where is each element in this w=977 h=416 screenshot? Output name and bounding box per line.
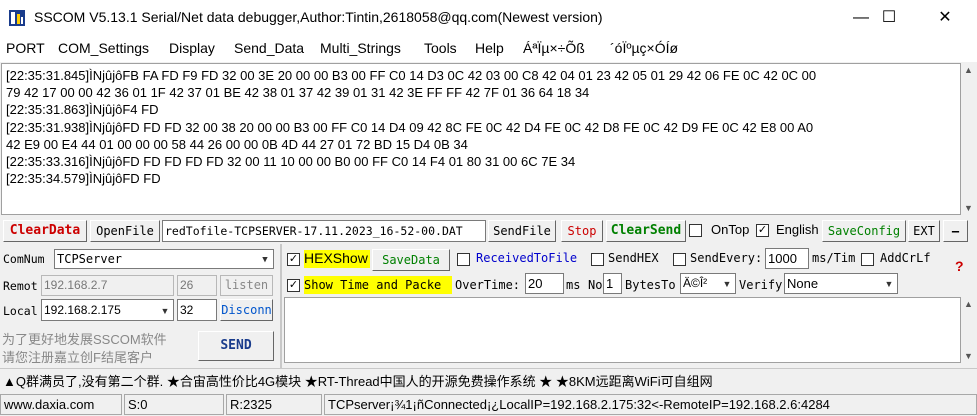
menu-help[interactable]: Help: [475, 40, 504, 56]
ad-text-line-2[interactable]: 请您注册嘉立创F结尾客户: [2, 347, 153, 366]
send-hex-checkbox[interactable]: [591, 253, 604, 266]
scroll-down-icon[interactable]: ▼: [964, 203, 973, 213]
log-line: 79 42 17 00 00 42 36 01 1F 42 37 01 BE 4…: [6, 85, 590, 101]
send-text-area[interactable]: [284, 297, 961, 363]
on-top-checkbox[interactable]: [689, 224, 702, 237]
sent-count: S:0: [124, 394, 224, 415]
menu-send-data[interactable]: Send_Data: [234, 40, 304, 56]
ad-text-line-1[interactable]: 为了更好地发展SSCOM软件: [2, 329, 167, 348]
log-line: [22:35:31.863]ÌNjûjôF4 FD: [6, 102, 159, 118]
remote-label: Remot: [3, 279, 38, 293]
send-button[interactable]: SEND: [198, 331, 274, 361]
send-every-input[interactable]: 1000: [765, 248, 809, 269]
log-line: [22:35:31.845]ÌNjûjôFB FA FD F9 FD 32 00…: [6, 68, 817, 83]
menu-port[interactable]: PORT: [6, 40, 45, 56]
log-line: 42 E9 00 E4 44 01 00 00 00 58 44 26 00 0…: [6, 136, 468, 152]
menu-contact-author[interactable]: ÁªÏµ×÷Õß: [523, 40, 585, 56]
show-time-label: Show Time and Packe: [304, 276, 452, 294]
verify-value: None: [787, 276, 819, 291]
local-ip-value: 192.168.2.175: [44, 303, 121, 317]
add-crlf-checkbox[interactable]: [861, 253, 874, 266]
connection-panel: ComNum TCPServer ▼ Remot 192.168.2.7 26 …: [0, 244, 280, 368]
news-ticker[interactable]: ▲Q群满员了,没有第二个群. ★合宙高性价比4G模块 ★RT-Thread中国人…: [0, 368, 977, 391]
maximize-button[interactable]: ☐: [866, 0, 912, 36]
show-time-checkbox[interactable]: ✓: [287, 279, 300, 292]
stop-button[interactable]: Stop: [561, 220, 603, 242]
ms-label: ms: [566, 278, 581, 292]
window-title: SSCOM V5.13.1 Serial/Net data debugger,A…: [34, 9, 603, 25]
verify-select[interactable]: None ▼: [784, 273, 898, 294]
ext-button[interactable]: EXT: [908, 220, 940, 242]
collapse-button[interactable]: —: [943, 220, 968, 242]
status-bar: www.daxia.com S:0 R:2325 TCPserver¡¾1¡ñC…: [0, 393, 977, 416]
comnum-label: ComNum: [3, 252, 45, 266]
toolbar: ClearData OpenFile redTofile-TCPSERVER-1…: [0, 218, 977, 244]
send-hex-label: SendHEX: [608, 251, 659, 265]
panel-divider: [280, 244, 282, 368]
close-button[interactable]: ✕: [922, 0, 968, 36]
app-icon: [9, 10, 25, 26]
chevron-down-icon: ▼: [722, 279, 732, 289]
scroll-up-icon[interactable]: ▲: [964, 65, 973, 75]
ms-tim-label: ms/Tim: [812, 251, 856, 265]
scroll-down-icon[interactable]: ▼: [964, 351, 973, 361]
send-file-button[interactable]: SendFile: [488, 220, 556, 242]
menu-bar: PORT COM_Settings Display Send_Data Mult…: [0, 36, 977, 62]
help-icon[interactable]: ?: [955, 258, 964, 274]
connection-status: TCPserver¡¾1¡ñConnected¡¿LocalIP=192.168…: [324, 394, 977, 415]
on-top-label: OnTop: [711, 222, 750, 237]
send-every-label: SendEvery:: [690, 251, 763, 265]
clear-data-button[interactable]: ClearData: [3, 220, 87, 242]
add-crlf-label: AddCrLf: [880, 251, 931, 265]
english-label: English: [776, 222, 819, 237]
comnum-select[interactable]: TCPServer ▼: [54, 249, 274, 269]
local-port-input[interactable]: 32: [177, 299, 217, 321]
received-to-file-label: ReceivedToFile: [476, 251, 578, 265]
local-ip-select[interactable]: 192.168.2.175 ▼: [41, 299, 174, 321]
file-path-input[interactable]: redTofile-TCPSERVER-17.11.2023_16-52-00.…: [162, 220, 486, 242]
remote-port-input[interactable]: 26: [177, 275, 217, 296]
hex-show-checkbox[interactable]: ✓: [287, 253, 300, 266]
chevron-down-icon: ▼: [262, 255, 268, 265]
chevron-down-icon: ▼: [160, 306, 170, 316]
menu-daxia-website[interactable]: ´óÏºµç×ÓÍø: [610, 40, 678, 56]
open-file-button[interactable]: OpenFile: [90, 220, 160, 242]
title-bar[interactable]: SSCOM V5.13.1 Serial/Net data debugger,A…: [0, 0, 977, 36]
save-data-button[interactable]: SaveData: [372, 249, 450, 271]
verify-label: Verify: [739, 278, 783, 292]
overtime-label: OverTime:: [455, 278, 521, 292]
received-count: R:2325: [226, 394, 322, 415]
log-line: [22:35:31.938]ÌNjûjôFD FD FD 32 00 38 20…: [6, 119, 814, 135]
menu-tools[interactable]: Tools: [424, 40, 457, 56]
send-scrollbar[interactable]: ▲ ▼: [961, 297, 977, 363]
save-config-button[interactable]: SaveConfig: [822, 220, 906, 242]
local-label: Local: [3, 304, 38, 318]
comnum-value: TCPServer: [57, 252, 123, 266]
bytes-to-select[interactable]: Ä©Î² ▼: [680, 273, 736, 294]
log-line: [22:35:34.579]ÌNjûjôFD FD: [6, 171, 161, 187]
no-input[interactable]: 1: [603, 273, 622, 294]
chevron-down-icon: ▼: [884, 279, 894, 289]
menu-display[interactable]: Display: [169, 40, 215, 56]
english-checkbox[interactable]: ✓: [756, 224, 769, 237]
ticker-text: ▲Q群满员了,没有第二个群. ★合宙高性价比4G模块 ★RT-Thread中国人…: [3, 374, 713, 389]
disconnect-button[interactable]: Disconn: [220, 299, 273, 321]
menu-multi-strings[interactable]: Multi_Strings: [320, 40, 401, 56]
bytes-to-value: Ä©Î²: [683, 276, 708, 290]
remote-ip-input[interactable]: 192.168.2.7: [41, 275, 174, 296]
send-every-checkbox[interactable]: [673, 253, 686, 266]
log-scrollbar[interactable]: ▲ ▼: [961, 63, 977, 215]
hex-show-label: HEXShow: [304, 250, 370, 268]
menu-com-settings[interactable]: COM_Settings: [58, 40, 149, 56]
overtime-input[interactable]: 20: [525, 273, 564, 294]
scroll-up-icon[interactable]: ▲: [964, 299, 973, 309]
website-link[interactable]: www.daxia.com: [0, 394, 122, 415]
listen-button[interactable]: listen: [220, 275, 273, 296]
bytes-to-label: BytesTo: [625, 278, 676, 292]
no-label: No: [588, 278, 603, 292]
receive-log[interactable]: [22:35:31.845]ÌNjûjôFB FA FD F9 FD 32 00…: [1, 63, 961, 215]
received-to-file-checkbox[interactable]: [457, 253, 470, 266]
log-line: [22:35:33.316]ÌNjûjôFD FD FD FD FD 32 00…: [6, 154, 576, 170]
clear-send-button[interactable]: ClearSend: [606, 220, 686, 242]
